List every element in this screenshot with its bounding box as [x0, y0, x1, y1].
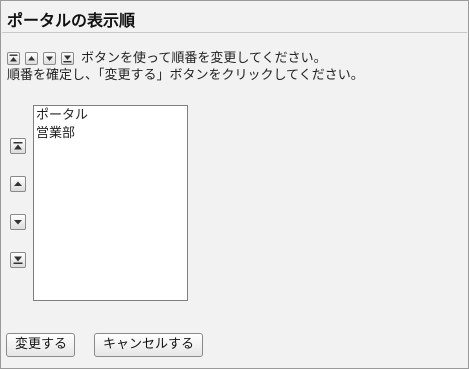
list-item[interactable]: ポータル	[36, 107, 185, 125]
dialog-frame: ポータルの表示順 ボタンを使って順番を変更してください。 順番を確定し、「変更す…	[0, 0, 469, 369]
move-to-top-icon	[7, 52, 20, 65]
cancel-button[interactable]: キャンセルする	[94, 333, 203, 357]
move-down-icon	[14, 220, 22, 225]
page-title: ポータルの表示順	[7, 11, 136, 30]
instruction-icons	[7, 51, 79, 67]
move-up-icon	[14, 181, 22, 186]
title-divider	[2, 32, 467, 33]
move-down-icon	[43, 52, 56, 65]
instruction-line-1: ボタンを使って順番を変更してください。	[7, 51, 327, 67]
move-to-top-icon	[13, 142, 23, 150]
move-up-button[interactable]	[10, 176, 26, 192]
portal-order-listbox[interactable]: ポータル 営業部	[33, 105, 188, 301]
instruction-text-1: ボタンを使って順番を変更してください。	[81, 51, 327, 66]
change-button[interactable]: 変更する	[6, 333, 75, 357]
list-item[interactable]: 営業部	[36, 125, 185, 143]
move-down-button[interactable]	[10, 214, 26, 230]
move-to-top-button[interactable]	[10, 138, 26, 154]
move-to-bottom-button[interactable]	[10, 252, 26, 268]
move-to-bottom-icon	[13, 256, 23, 264]
move-up-icon	[25, 52, 38, 65]
instruction-line-2: 順番を確定し、「変更する」ボタンをクリックしてください。	[7, 68, 364, 83]
move-to-bottom-icon	[61, 52, 74, 65]
